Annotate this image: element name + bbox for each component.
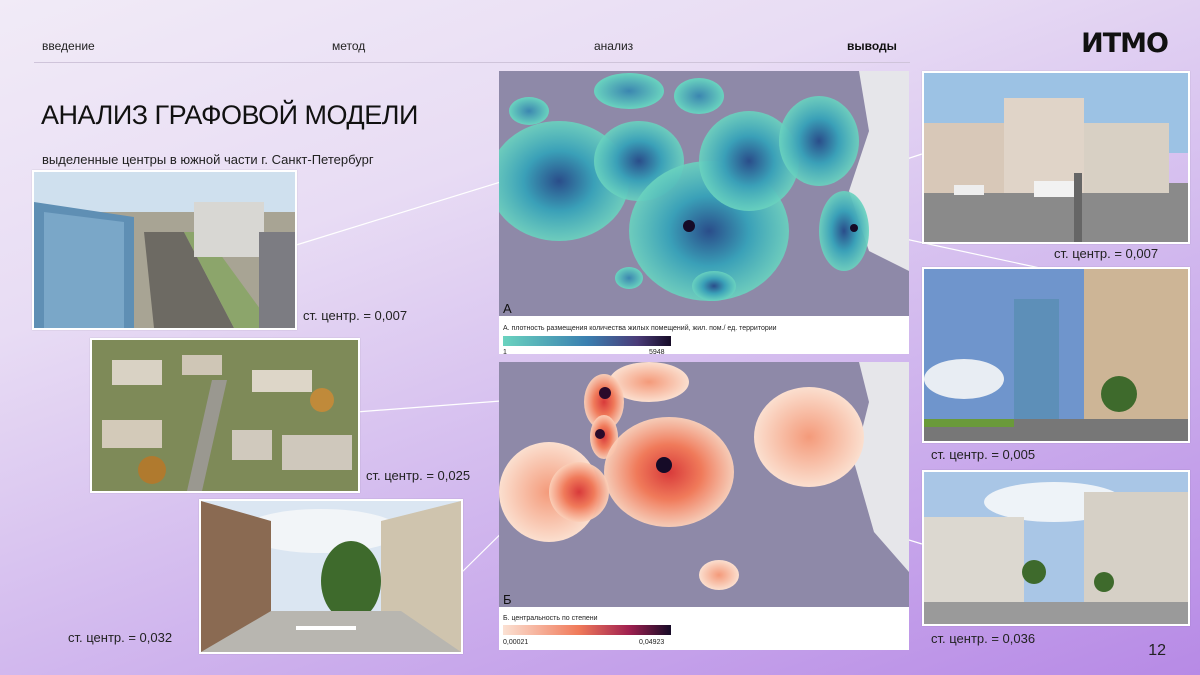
page-number: 12	[1148, 642, 1166, 659]
map-b-legend-min: 0,00021	[503, 639, 528, 646]
nav-conclusions[interactable]: выводы	[847, 39, 897, 53]
header-divider	[34, 62, 910, 63]
photo-left-top	[32, 170, 297, 330]
page-subtitle: выделенные центры в южной части г. Санкт…	[42, 152, 374, 167]
photo-left-mid	[90, 338, 360, 493]
nav-method[interactable]: метод	[332, 39, 365, 53]
map-b-legend-max: 0,04923	[639, 639, 664, 646]
map-a-legend-max: 5948	[649, 349, 665, 354]
map-b-legend-bar	[503, 625, 671, 635]
page-title: АНАЛИЗ ГРАФОВОЙ МОДЕЛИ	[41, 100, 418, 130]
map-b-letter: Б	[503, 592, 512, 607]
map-b-degree-centrality: Б Б. центральность по степени 0,00021 0,…	[499, 362, 909, 650]
caption-left-mid: ст. центр. = 0,025	[366, 468, 471, 483]
nav-intro[interactable]: введение	[42, 39, 95, 53]
photo-right-mid	[922, 267, 1190, 443]
photo-right-bottom	[922, 470, 1190, 626]
caption-right-bottom: ст. центр. = 0,036	[931, 631, 1036, 646]
photo-right-top	[922, 71, 1190, 244]
caption-right-mid: ст. центр. = 0,005	[931, 447, 1036, 462]
map-a-letter: А	[503, 301, 512, 316]
photo-left-bottom	[199, 499, 463, 654]
caption-right-top: ст. центр. = 0,007	[1054, 246, 1159, 261]
nav-analysis[interactable]: анализ	[594, 39, 633, 53]
map-b-legend-title: Б. центральность по степени	[503, 615, 598, 622]
caption-left-top: ст. центр. = 0,007	[303, 308, 408, 323]
map-a-housing-density: А А. плотность размещения количества жил…	[499, 71, 909, 354]
caption-left-bottom: ст. центр. = 0,032	[68, 630, 173, 645]
map-a-legend-bar	[503, 336, 671, 346]
itmo-logo: ИТМО	[1081, 28, 1169, 59]
map-a-legend-min: 1	[503, 349, 507, 354]
map-a-legend-title: А. плотность размещения количества жилых…	[503, 324, 777, 332]
